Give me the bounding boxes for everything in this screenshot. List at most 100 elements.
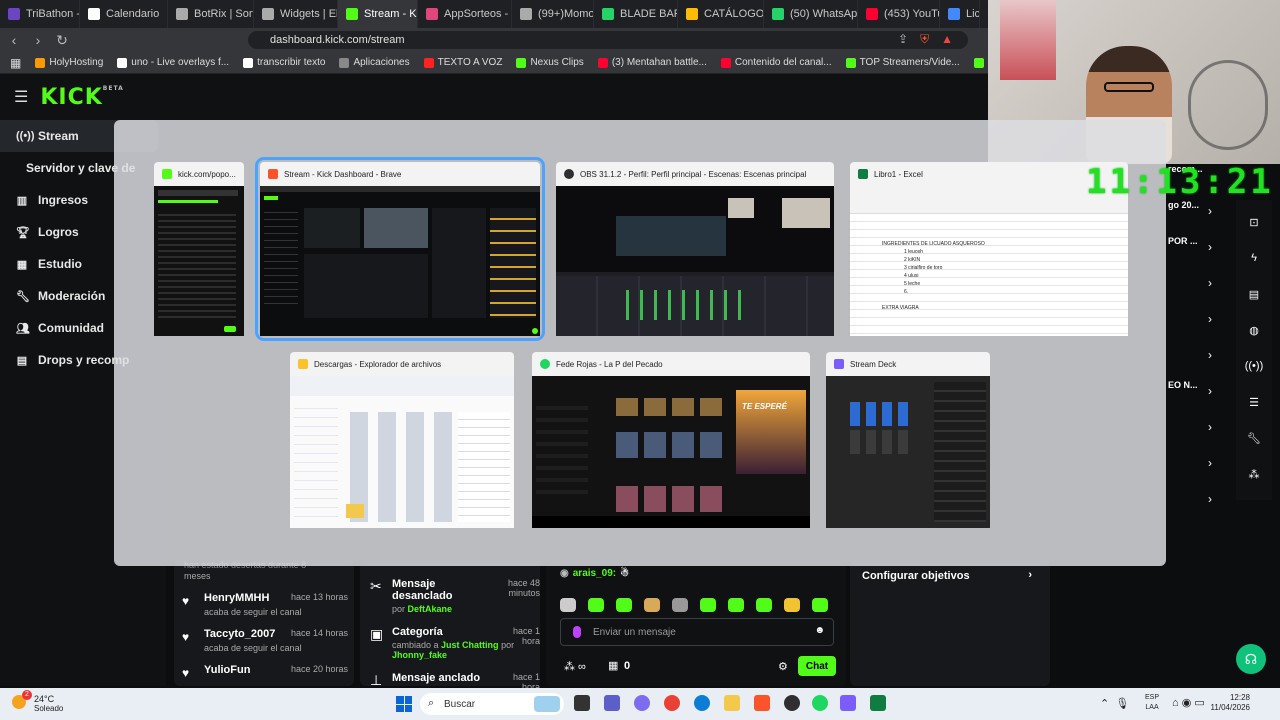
bookmark-item[interactable]: Contenido del canal...: [720, 57, 832, 68]
layout-icon[interactable]: ☰: [1244, 392, 1264, 412]
chevron-right-icon[interactable]: ›: [1208, 204, 1212, 218]
chrome-icon[interactable]: [664, 695, 680, 711]
emote-icon[interactable]: [588, 598, 604, 612]
chevron-right-icon[interactable]: ›: [1208, 456, 1212, 470]
obs-icon[interactable]: [784, 695, 800, 711]
bookmark-item[interactable]: TEXTO A VOZ: [423, 57, 502, 68]
wrench-icon[interactable]: 🔧︎: [1244, 428, 1264, 448]
reload-icon[interactable]: ↻: [52, 32, 72, 49]
tray-icons[interactable]: ⌃ 🎙︎: [1100, 697, 1129, 710]
chevron-right-icon[interactable]: ›: [1208, 312, 1212, 326]
window-thumbnail-spotify[interactable]: Fede Rojas - La P del Pecado TE ESPERÉ: [532, 352, 810, 528]
browser-tab[interactable]: BLADE BARBE: [594, 0, 678, 28]
chat-bubble-icon[interactable]: ◍: [1244, 320, 1264, 340]
browser-tab[interactable]: (99+)Momo_M: [512, 0, 594, 28]
chevron-right-icon[interactable]: ›: [1208, 240, 1212, 254]
chevron-right-icon[interactable]: ›: [1208, 420, 1212, 434]
bookmark-item[interactable]: Aplicaciones: [339, 57, 410, 68]
copilot-icon[interactable]: [634, 695, 650, 711]
settings-icon[interactable]: ⚙: [778, 660, 788, 673]
browser-tab[interactable]: Calendario: [80, 0, 168, 28]
bookmark-item[interactable]: (3) Mentahan battle...: [597, 57, 707, 68]
tab-favicon-icon: [262, 8, 274, 20]
window-thumbnail-streamdeck[interactable]: Stream Deck: [826, 352, 990, 528]
people-icon: 👥︎: [16, 322, 30, 335]
emote-icon[interactable]: [756, 598, 772, 612]
file-explorer-icon[interactable]: [724, 695, 740, 711]
broadcast-icon[interactable]: ((•)): [1244, 356, 1264, 376]
browser-tab[interactable]: Widgets | El m: [254, 0, 338, 28]
chevron-right-icon[interactable]: ›: [1208, 492, 1212, 506]
window-thumbnail-brave[interactable]: Stream - Kick Dashboard - Brave: [255, 157, 545, 341]
browser-tab[interactable]: (453) YouTube: [858, 0, 940, 28]
kick-logo[interactable]: KICKBETA: [40, 85, 123, 110]
activity-user[interactable]: Just Chatting: [441, 640, 499, 650]
users-icon[interactable]: ⁂: [1244, 464, 1264, 484]
clipboard-icon[interactable]: ▤: [1244, 284, 1264, 304]
network-volume-icons[interactable]: ⌂ ◉ ▭: [1172, 696, 1205, 709]
emote-icon[interactable]: [700, 598, 716, 612]
browser-tab[interactable]: AppSorteos -: [418, 0, 512, 28]
emote-icon[interactable]: [616, 598, 632, 612]
activity-user[interactable]: Jhonny_fake: [392, 650, 447, 660]
brave-shield-icon[interactable]: ⛨: [920, 32, 929, 47]
configure-goals-link[interactable]: Configurar objetivos ›: [862, 569, 1042, 582]
lightning-icon[interactable]: ϟ: [1244, 248, 1264, 268]
windows-start-icon[interactable]: [396, 696, 412, 712]
share-icon[interactable]: ⇪: [898, 32, 908, 47]
chevron-right-icon[interactable]: ›: [1208, 276, 1212, 290]
edge-icon[interactable]: [694, 695, 710, 711]
bookmark-item[interactable]: transcribir texto: [243, 57, 325, 68]
bookmark-item[interactable]: Nexus Clips: [516, 57, 584, 68]
bookmark-item[interactable]: uno - Live overlays f...: [117, 57, 229, 68]
chat-username[interactable]: arais_09:: [573, 568, 616, 579]
browser-tab[interactable]: BotRix | Sorte: [168, 0, 254, 28]
forward-icon[interactable]: ›: [28, 32, 48, 48]
chevron-right-icon[interactable]: ›: [1208, 348, 1212, 362]
browser-tab[interactable]: TriBathon - Da: [0, 0, 80, 28]
browser-tab[interactable]: CATÁLOGO BL: [678, 0, 764, 28]
url-field[interactable]: dashboard.kick.com/stream: [248, 31, 968, 49]
brave-rewards-icon[interactable]: ▲: [941, 32, 953, 47]
chevron-right-icon[interactable]: ›: [1208, 384, 1212, 398]
users-infinity-icon[interactable]: ⁂ ∞: [564, 660, 586, 673]
activity-user[interactable]: DeftAkane: [408, 604, 453, 614]
streamdeck-icon[interactable]: [840, 695, 856, 711]
emote-icon[interactable]: [560, 598, 576, 612]
excel-cell: INGREDIENTES DE LICUADO ASQUEROSO: [882, 241, 985, 247]
feed-sub: acaba de seguir el canal: [204, 607, 302, 617]
help-headset-icon[interactable]: ☊: [1236, 644, 1266, 674]
language-indicator[interactable]: ESP LAA: [1145, 693, 1159, 713]
brave-icon[interactable]: [754, 695, 770, 711]
emote-icon[interactable]: [784, 598, 800, 612]
task-view-icon[interactable]: [574, 695, 590, 711]
window-thumbnail-explorer[interactable]: Descargas - Explorador de archivos: [290, 352, 514, 528]
screenshot-icon[interactable]: ⊡: [1244, 212, 1264, 232]
window-thumbnail-obs[interactable]: OBS 31.1.2 - Perfil: Perfil principal - …: [556, 162, 834, 336]
window-title: Stream Deck: [850, 359, 897, 369]
browser-tab[interactable]: (50) WhatsApp: [764, 0, 858, 28]
mic-icon[interactable]: [573, 626, 581, 638]
window-thumbnail-kick[interactable]: kick.com/popo...: [154, 162, 244, 336]
menu-icon[interactable]: ☰: [14, 87, 28, 107]
browser-tab[interactable]: Licu: [940, 0, 980, 28]
emote-icon[interactable]: [728, 598, 744, 612]
taskbar-search[interactable]: ⌕ Buscar: [420, 693, 564, 715]
emoji-icon[interactable]: ☻: [814, 625, 825, 636]
emote-icon[interactable]: [672, 598, 688, 612]
back-icon[interactable]: ‹: [4, 32, 24, 48]
teams-icon[interactable]: [604, 695, 620, 711]
bookmark-item[interactable]: HolyHosting: [35, 57, 103, 68]
spotify-icon[interactable]: [812, 695, 828, 711]
chat-input[interactable]: Enviar un mensaje ☻: [560, 618, 834, 646]
emote-icon[interactable]: [644, 598, 660, 612]
emote-icon[interactable]: [812, 598, 828, 612]
taskbar-clock[interactable]: 12:28 11/04/2026: [1206, 693, 1250, 713]
gift-icon[interactable]: ▦: [608, 659, 618, 672]
chat-send-button[interactable]: Chat: [798, 656, 836, 676]
browser-tab[interactable]: Stream - K×: [338, 0, 418, 28]
weather-temp: 24°C: [34, 694, 55, 704]
bookmark-item[interactable]: TOP Streamers/Vide...: [845, 57, 960, 68]
apps-grid-icon[interactable]: ▦: [10, 56, 21, 70]
excel-icon[interactable]: [870, 695, 886, 711]
